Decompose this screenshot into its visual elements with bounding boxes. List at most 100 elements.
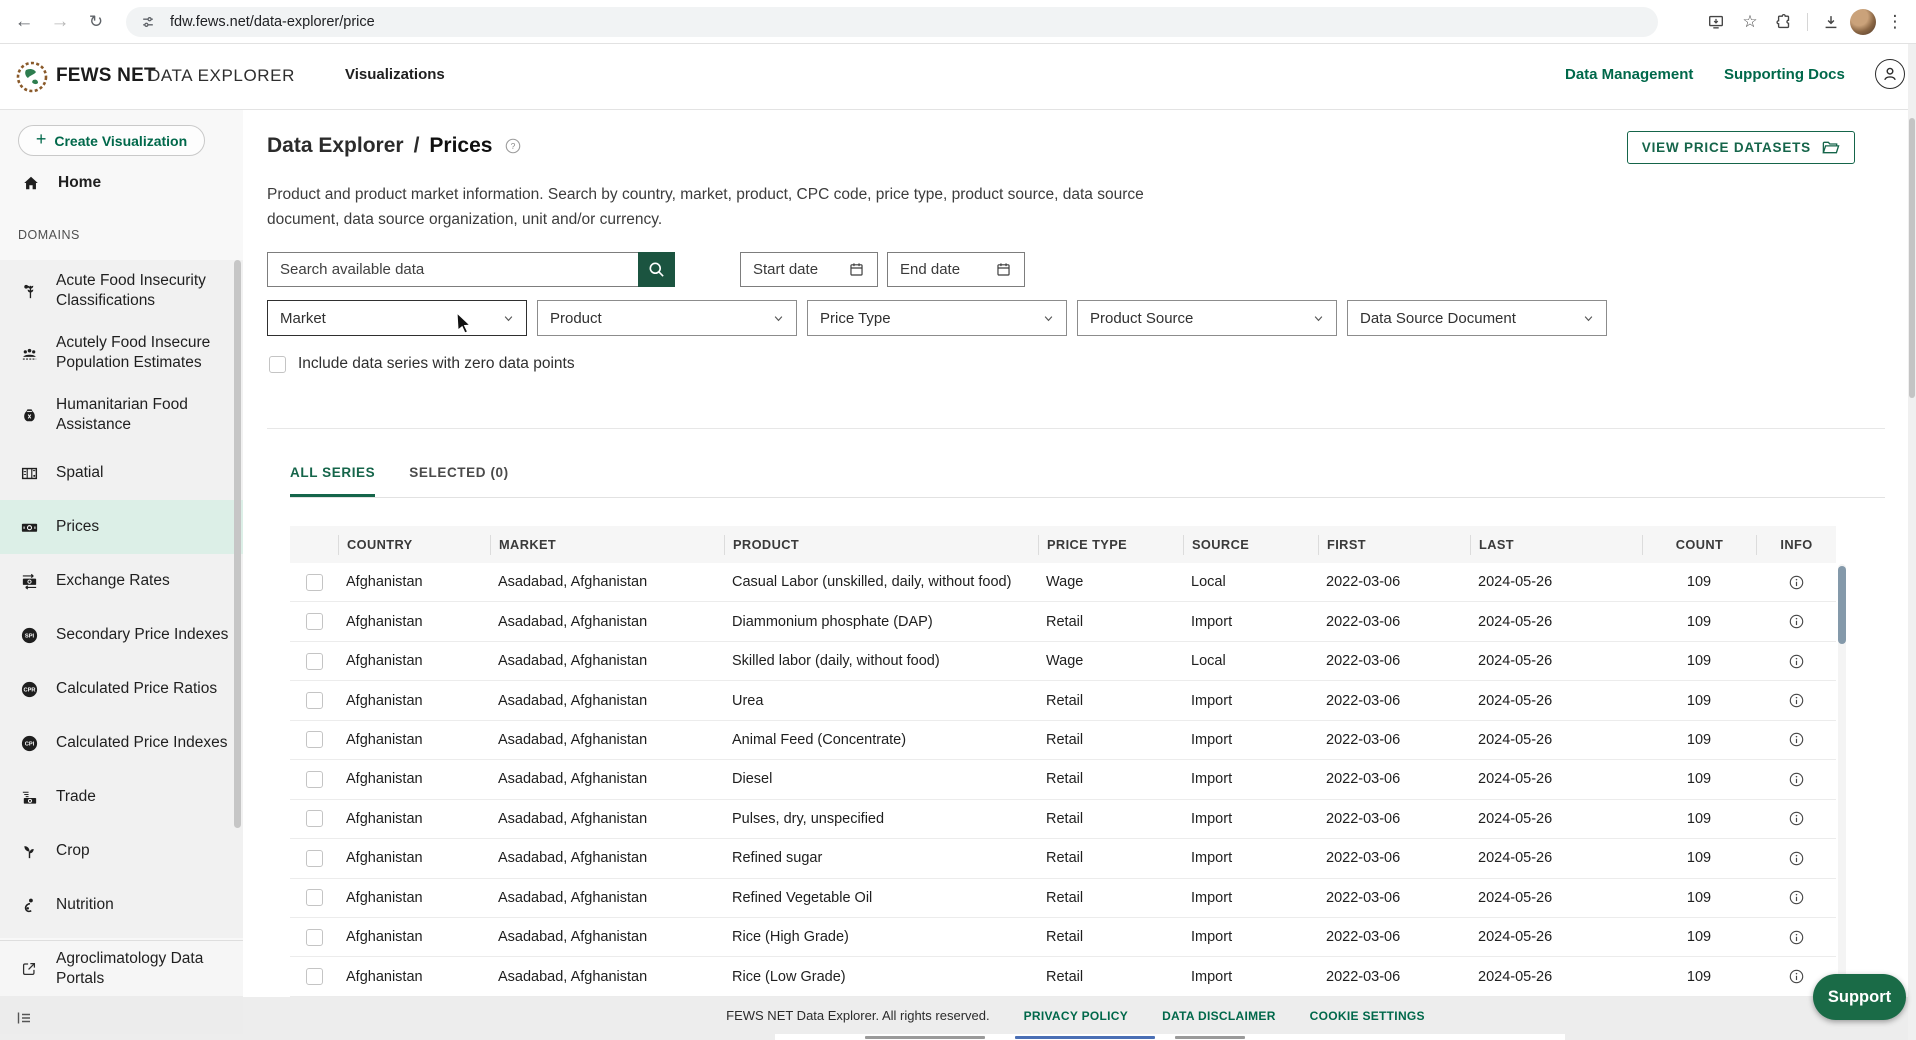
cell-country: Afghanistan xyxy=(338,771,490,787)
fews-net-logo[interactable] xyxy=(16,61,48,93)
filter-select-market[interactable]: Market xyxy=(267,300,527,336)
chevron-down-icon xyxy=(771,311,786,326)
table-scrollbar[interactable] xyxy=(1838,564,1846,994)
sidebar-item-crop[interactable]: Crop xyxy=(0,824,243,878)
acute-food-insecurity-classifications-icon xyxy=(20,282,39,301)
filter-select-product-source[interactable]: Product Source xyxy=(1077,300,1337,336)
row-checkbox[interactable] xyxy=(306,968,323,985)
table-scrollbar-thumb[interactable] xyxy=(1838,566,1846,644)
row-checkbox[interactable] xyxy=(306,929,323,946)
sidebar-item-spatial[interactable]: Spatial xyxy=(0,446,243,500)
end-date-field[interactable]: End date xyxy=(887,252,1025,287)
sidebar-item-prices[interactable]: Prices xyxy=(0,500,243,554)
footer-link-cookie-settings[interactable]: COOKIE SETTINGS xyxy=(1310,1009,1425,1023)
info-icon[interactable] xyxy=(1788,731,1805,748)
cell-count: 109 xyxy=(1642,614,1756,630)
row-checkbox[interactable] xyxy=(306,613,323,630)
address-bar[interactable]: fdw.fews.net/data-explorer/price xyxy=(126,7,1658,37)
tab-selected-0-[interactable]: SELECTED (0) xyxy=(409,465,508,497)
page-scrollbar[interactable] xyxy=(1908,44,1916,1040)
extensions-icon[interactable] xyxy=(1769,7,1799,37)
cell-last: 2024-05-26 xyxy=(1470,732,1642,748)
info-icon[interactable] xyxy=(1788,574,1805,591)
browser-profile-avatar[interactable] xyxy=(1850,9,1876,35)
sidebar-item-trade[interactable]: Trade xyxy=(0,770,243,824)
search-input[interactable]: Search available data xyxy=(267,252,638,287)
cell-source: Import xyxy=(1183,732,1318,748)
downloads-icon[interactable] xyxy=(1816,7,1846,37)
crop-icon xyxy=(20,842,39,861)
sidebar-scrollbar[interactable] xyxy=(234,260,241,828)
zero-data-checkbox[interactable] xyxy=(269,356,286,373)
select-all-column xyxy=(290,535,338,555)
table-header-row: COUNTRYMARKETPRODUCTPRICE TYPESOURCEFIRS… xyxy=(290,526,1836,563)
cell-market: Asadabad, Afghanistan xyxy=(490,574,724,590)
info-icon[interactable] xyxy=(1788,850,1805,867)
sidebar-item-acutely-food-insecure-population-estimates[interactable]: Acutely Food Insecure Population Estimat… xyxy=(0,322,243,384)
row-checkbox[interactable] xyxy=(306,692,323,709)
info-icon[interactable] xyxy=(1788,810,1805,827)
row-checkbox[interactable] xyxy=(306,653,323,670)
cell-first: 2022-03-06 xyxy=(1318,850,1470,866)
collapse-sidebar-icon[interactable] xyxy=(14,1008,34,1028)
table-body: AfghanistanAsadabad, AfghanistanCasual L… xyxy=(290,563,1836,997)
sidebar-item-calculated-price-indexes[interactable]: Calculated Price Indexes xyxy=(0,716,243,770)
info-icon[interactable] xyxy=(1788,613,1805,630)
cell-count: 109 xyxy=(1642,890,1756,906)
browser-refresh-button[interactable]: ↻ xyxy=(80,0,112,44)
row-checkbox[interactable] xyxy=(306,850,323,867)
start-date-field[interactable]: Start date xyxy=(740,252,878,287)
link-supporting-docs[interactable]: Supporting Docs xyxy=(1724,66,1845,83)
view-price-datasets-button[interactable]: VIEW PRICE DATASETS xyxy=(1627,131,1855,164)
sidebar-item-acute-food-insecurity-classifications[interactable]: Acute Food Insecurity Classifications xyxy=(0,260,243,322)
cell-first: 2022-03-06 xyxy=(1318,929,1470,945)
info-icon[interactable] xyxy=(1788,929,1805,946)
page-scrollbar-thumb[interactable] xyxy=(1909,118,1915,398)
install-icon[interactable] xyxy=(1701,7,1731,37)
account-button[interactable] xyxy=(1875,59,1905,89)
row-checkbox[interactable] xyxy=(306,574,323,591)
cell-country: Afghanistan xyxy=(338,850,490,866)
sidebar-item-home[interactable]: Home xyxy=(0,166,243,200)
row-checkbox[interactable] xyxy=(306,889,323,906)
sidebar-item-calculated-price-ratios[interactable]: Calculated Price Ratios xyxy=(0,662,243,716)
row-checkbox[interactable] xyxy=(306,731,323,748)
row-checkbox[interactable] xyxy=(306,771,323,788)
browser-menu-icon[interactable]: ⋮ xyxy=(1880,7,1910,37)
page-footer: FEWS NET Data Explorer. All rights reser… xyxy=(243,997,1908,1034)
info-icon[interactable] xyxy=(1788,771,1805,788)
cell-price_type: Retail xyxy=(1038,732,1183,748)
support-button[interactable]: Support xyxy=(1813,974,1906,1020)
help-icon[interactable] xyxy=(504,137,522,155)
cell-last: 2024-05-26 xyxy=(1470,693,1642,709)
plus-icon: + xyxy=(36,129,47,150)
footer-link-data-disclaimer[interactable]: DATA DISCLAIMER xyxy=(1162,1009,1276,1023)
filter-select-data-source-document[interactable]: Data Source Document xyxy=(1347,300,1607,336)
info-icon[interactable] xyxy=(1788,692,1805,709)
sidebar-item-nutrition[interactable]: Nutrition xyxy=(0,878,243,932)
sidebar-item-secondary-price-indexes[interactable]: Secondary Price Indexes xyxy=(0,608,243,662)
cell-market: Asadabad, Afghanistan xyxy=(490,771,724,787)
breadcrumb-root[interactable]: Data Explorer xyxy=(267,134,404,158)
cell-price_type: Retail xyxy=(1038,850,1183,866)
create-visualization-button[interactable]: + Create Visualization xyxy=(18,125,205,156)
info-icon[interactable] xyxy=(1788,968,1805,985)
browser-back-button[interactable]: ← xyxy=(8,0,40,44)
site-info-icon[interactable] xyxy=(140,14,156,30)
footer-link-privacy-policy[interactable]: PRIVACY POLICY xyxy=(1024,1009,1128,1023)
filter-select-product[interactable]: Product xyxy=(537,300,797,336)
row-checkbox[interactable] xyxy=(306,810,323,827)
search-button[interactable] xyxy=(638,252,675,287)
info-icon[interactable] xyxy=(1788,653,1805,670)
sidebar-item-agroclimatology-data-portals[interactable]: Agroclimatology Data Portals xyxy=(0,940,243,996)
cell-first: 2022-03-06 xyxy=(1318,811,1470,827)
info-icon[interactable] xyxy=(1788,889,1805,906)
link-data-management[interactable]: Data Management xyxy=(1565,66,1693,83)
sidebar-item-humanitarian-food-assistance[interactable]: Humanitarian Food Assistance xyxy=(0,384,243,446)
bookmark-star-icon[interactable]: ☆ xyxy=(1735,7,1765,37)
sidebar-item-exchange-rates[interactable]: Exchange Rates xyxy=(0,554,243,608)
browser-forward-button[interactable]: → xyxy=(44,0,76,44)
filter-select-price-type[interactable]: Price Type xyxy=(807,300,1067,336)
nav-visualizations[interactable]: Visualizations xyxy=(345,66,445,83)
tab-all-series[interactable]: ALL SERIES xyxy=(290,465,375,497)
